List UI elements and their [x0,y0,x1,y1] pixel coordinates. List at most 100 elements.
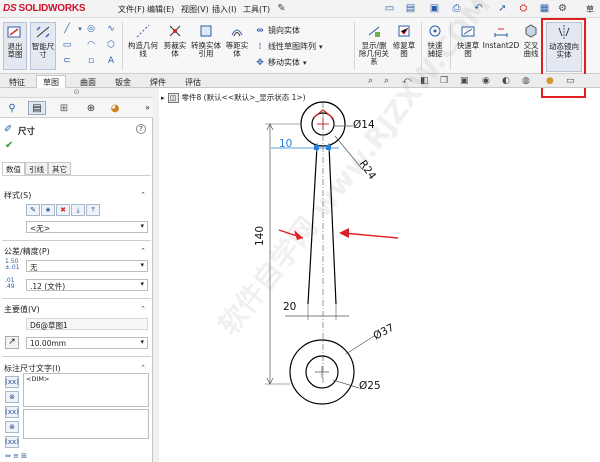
menu-tools[interactable]: 工具(T) [243,4,270,15]
tab-sketch[interactable]: 草图 [36,75,66,88]
exit-sketch-icon [5,23,25,41]
dim-phi25-label[interactable]: Ø25 [359,380,381,392]
save-icon[interactable]: ▣ [428,2,441,15]
menu-insert[interactable]: 插入(I) [212,4,237,15]
justify-icon[interactable]: (xx) [5,436,19,448]
dimension-text-bottom[interactable] [23,409,149,439]
feature-tree-icon[interactable]: ⚲ [3,101,21,115]
instant2d-button[interactable]: Instant2D [483,22,519,50]
scene-icon[interactable]: ◍ [522,76,530,86]
dropdown-icon: ▾ [319,42,323,51]
smart-dimension-button[interactable]: 智能尺寸 [30,22,56,70]
style-select[interactable]: <无> [26,221,148,233]
load-style-icon[interactable]: ⤒ [86,204,100,216]
display-relations-button[interactable]: 显示/删除几何关系 [358,22,390,66]
menu-view[interactable]: 视图(V) [181,4,209,15]
subtab-value[interactable]: 数值 [2,162,25,175]
dimxpert-icon[interactable]: ⊕ [82,101,100,115]
more-icon[interactable]: » [145,103,150,112]
menu-edit[interactable]: 编辑(E) [147,4,174,15]
exit-sketch-button[interactable]: 退出草图 [3,22,27,70]
tab-sheet-metal[interactable]: 钣金 [108,75,138,88]
subtab-other[interactable]: 其它 [48,162,71,175]
tolerance-select[interactable]: 无 [26,260,148,272]
property-manager: ⊙ ⚲ ▤ ⊞ ⊕ ◕ » ✐ 尺寸 ? ✔ 数值 引线 其它 样式(S) ⌃ … [0,88,153,462]
add-parentheses-icon[interactable]: (xx) [5,376,19,388]
tab-evaluate[interactable]: 评估 [178,75,208,88]
polygon-tool[interactable]: ⬡ [106,40,116,50]
select-icon[interactable]: ➚ [496,2,509,15]
options-icon[interactable]: ⚙ [556,2,569,15]
dim-140-label[interactable]: 140 [254,226,266,246]
inspection-dimension-icon[interactable]: (xx) [5,406,19,418]
intersection-curve-button[interactable]: 交叉曲线 [520,22,542,58]
offset-text-icon[interactable]: ⊗ [5,421,19,433]
update-style-icon[interactable]: ★ [41,204,55,216]
dimension-text-top[interactable]: <DIM> [23,373,149,407]
construct-geometry-button[interactable]: 构造几何线 [128,22,158,58]
delete-style-icon[interactable]: ✖ [56,204,70,216]
file-props-icon[interactable]: ▦ [538,2,551,15]
dim-10-label[interactable]: 10 [279,138,292,150]
property-manager-icon[interactable]: ▤ [28,101,46,115]
rectangle-tool[interactable]: ▭ [62,40,72,50]
dim-20-label[interactable]: 20 [283,301,296,313]
zoom-fit-icon[interactable]: ⌕ [368,76,373,86]
save-style-icon[interactable]: ⤓ [71,204,85,216]
dimension-name-field[interactable]: D6@草图1 [26,318,148,330]
edit-appearance-icon[interactable]: ◐ [502,76,510,86]
display-manager-icon[interactable]: ◕ [106,101,124,115]
tolerance-section-title[interactable]: 公差/精度(P) [4,246,50,257]
menu-sketch-extra[interactable]: 草 [586,4,594,15]
subtab-leaders[interactable]: 引线 [25,162,48,175]
tab-weldments[interactable]: 焊件 [143,75,173,88]
mirror-entities-button[interactable]: ⇹ 镜向实体 [255,25,300,36]
move-entities-button[interactable]: ✥ 移动实体 ▾ [255,57,306,68]
trim-button[interactable]: 剪裁实体 [161,22,189,58]
graphics-area[interactable]: ▸ ◫ 零件8 (默认<<默认>_显示状态 1>) 软件自学网 www.RJZX… [153,0,600,462]
arc-tool[interactable]: ◠ [86,40,96,50]
solidworks-window: DS SOLIDWORKS 文件(F) 编辑(E) 视图(V) 插入(I) 工具(… [0,0,600,462]
collapse-icon[interactable]: ⌃ [140,305,146,313]
dimension-value-input[interactable]: 10.00mm [26,337,148,349]
line-tool[interactable]: ╱ ▾ [62,24,85,34]
primary-value-section-title[interactable]: 主要值(V) [4,304,40,315]
rebuild-icon[interactable]: ⛭ [517,2,530,15]
open-icon[interactable]: ▤ [404,2,417,15]
help-icon[interactable]: ? [136,124,146,134]
center-dimension-icon[interactable]: ⊗ [5,391,19,403]
precision-select[interactable]: .12 (文件) [26,279,148,291]
tab-surfaces[interactable]: 曲面 [73,75,103,88]
offset-entities-button[interactable]: 等距实体 [223,22,251,58]
pin-icon[interactable]: ✎ [275,2,288,15]
spline-tool[interactable]: ∿ [106,24,116,34]
dim-phi14-label[interactable]: Ø14 [353,119,375,131]
new-icon[interactable]: ▭ [383,2,396,15]
ok-checkmark-icon[interactable]: ✔ [5,140,13,151]
polygon-icon: ⬡ [107,40,115,50]
linear-pattern-button[interactable]: ⁞ 线性草图阵列 ▾ [255,41,323,52]
text-icon: A [107,56,115,66]
reverse-direction-icon[interactable]: ↗ [5,336,19,349]
dropdown-icon: ▾ [78,25,82,33]
slot-tool[interactable]: ⊂ [62,56,72,66]
convert-entities-button[interactable]: 转换实体引用 [191,22,221,58]
hide-show-icon[interactable]: ◉ [482,76,490,86]
collapse-icon[interactable]: ⌃ [140,247,146,255]
tab-features[interactable]: 特征 [2,75,32,88]
apply-default-style-icon[interactable]: ✎ [26,204,40,216]
point-tool[interactable]: ▫ [86,56,96,66]
monitor-icon[interactable]: ▭ [566,76,575,86]
collapse-icon[interactable]: ⌃ [140,191,146,199]
collapse-icon[interactable]: ⌃ [140,364,146,372]
format-icons[interactable]: ⇔ ≡ ⊞ [5,452,27,460]
menu-file[interactable]: 文件(F) [118,4,145,15]
display-style-icon[interactable]: ▣ [460,76,469,86]
zoom-area-icon[interactable]: ⌕ [384,76,389,86]
repair-sketch-button[interactable]: 修复草图 [392,22,416,58]
text-tool[interactable]: A [106,56,116,66]
configuration-icon[interactable]: ⊞ [55,101,73,115]
render-icon[interactable]: ● [546,76,554,86]
style-section-title[interactable]: 样式(S) [4,190,31,201]
circle-tool[interactable]: ◎ [86,24,96,34]
